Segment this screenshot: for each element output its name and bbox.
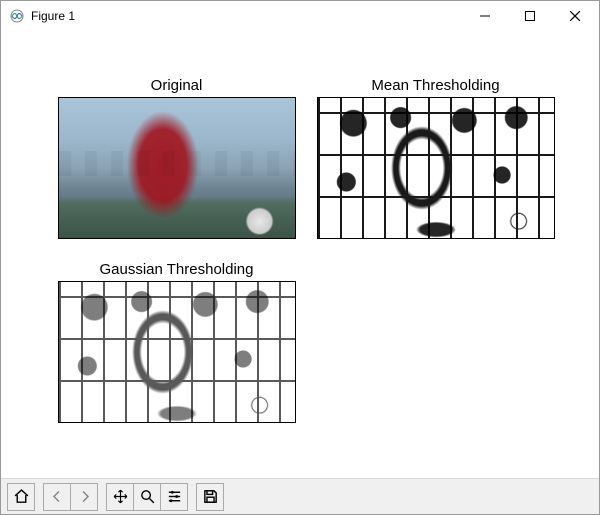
forward-button[interactable] (70, 483, 98, 511)
close-button[interactable] (552, 2, 597, 30)
save-button[interactable] (196, 483, 224, 511)
app-icon (9, 8, 25, 24)
figure-canvas: Original Mean Thresholding Gaussian Thre… (1, 31, 599, 478)
back-button[interactable] (43, 483, 71, 511)
image-original (58, 97, 296, 239)
subplot-original: Original (56, 77, 297, 239)
image-gaussian-threshold (58, 281, 296, 423)
subplot-title: Mean Thresholding (371, 77, 499, 94)
subplot-grid: Original Mean Thresholding Gaussian Thre… (56, 77, 556, 423)
pan-button[interactable] (106, 483, 134, 511)
subplot-gaussian-threshold: Gaussian Thresholding (56, 261, 297, 423)
image-mean-threshold (317, 97, 555, 239)
window-title: Figure 1 (31, 9, 75, 23)
subplot-mean-threshold: Mean Thresholding (315, 77, 556, 239)
subplot-empty (315, 261, 556, 423)
home-button[interactable] (7, 483, 35, 511)
maximize-button[interactable] (507, 2, 552, 30)
zoom-button[interactable] (133, 483, 161, 511)
configure-subplots-button[interactable] (160, 483, 188, 511)
titlebar: Figure 1 (1, 1, 599, 31)
subplot-title: Original (151, 77, 203, 94)
subplot-title: Gaussian Thresholding (100, 261, 254, 278)
matplotlib-toolbar (1, 478, 599, 514)
minimize-button[interactable] (462, 2, 507, 30)
